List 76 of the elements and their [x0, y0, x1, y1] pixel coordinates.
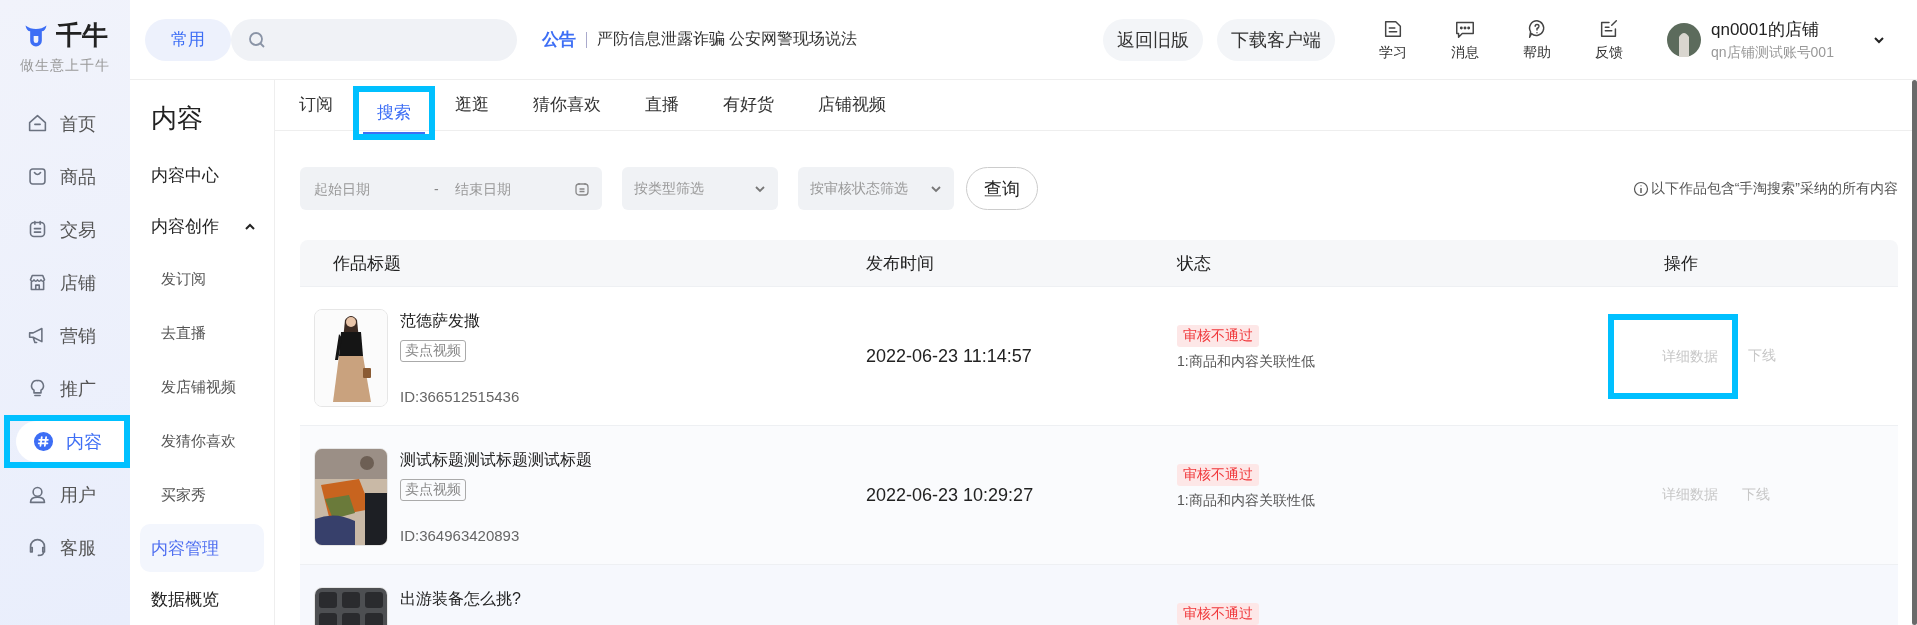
tab[interactable]: 逛逛 — [433, 80, 511, 130]
status-tag: 审核不通过 — [1177, 603, 1259, 625]
work-id: ID:364963420893 — [400, 527, 520, 544]
notice-text[interactable]: 严防信息泄露诈骗 公安网警现场说法 — [597, 29, 858, 50]
menu-item[interactable]: 内容中心 — [130, 150, 274, 202]
nav-item[interactable]: 首页 — [0, 97, 130, 150]
column-header: 操作 — [1663, 252, 1699, 275]
work-title[interactable]: 出游装备怎么挑? — [400, 589, 521, 610]
scroll-bar[interactable] — [1912, 80, 1917, 625]
query-button[interactable]: 查询 — [966, 167, 1038, 210]
info-text: 以下作品包含“手淘搜索”采纳的所有内容 — [1650, 179, 1898, 198]
menu-item[interactable]: 数据概览 — [130, 573, 274, 625]
nav-item[interactable]: 用户 — [0, 468, 130, 521]
tab[interactable]: 订阅 — [277, 80, 355, 130]
search-field[interactable] — [231, 18, 517, 61]
menu-item[interactable]: 内容管理 — [140, 524, 264, 572]
edit-note-icon — [1598, 17, 1620, 40]
logo-text: 千牛 — [56, 19, 108, 52]
type-tag: 卖点视频 — [400, 340, 466, 362]
account-subtitle: qn店铺测试账号001 — [1711, 43, 1835, 62]
calendar-icon — [574, 180, 590, 197]
type-tag: 卖点视频 — [400, 479, 466, 501]
header-button[interactable]: 下载客户端 — [1217, 18, 1335, 61]
column-header: 状态 — [1176, 252, 1212, 275]
end-date-field[interactable]: 结束日期 — [452, 179, 557, 198]
toolbar-button[interactable]: 帮助 — [1501, 17, 1573, 62]
start-date-field[interactable]: 起始日期 — [312, 179, 416, 198]
nav-item[interactable]: 店铺 — [0, 256, 130, 309]
menu-item[interactable]: 买家秀 — [130, 468, 274, 523]
nav-item[interactable]: 商品 — [0, 150, 130, 203]
menu-item[interactable]: 发猜你喜欢 — [130, 414, 274, 469]
info-icon — [1632, 180, 1649, 197]
slogan: 做生意上千牛 — [20, 57, 110, 75]
nav-item[interactable]: 交易 — [0, 203, 130, 256]
user-icon — [27, 484, 48, 505]
nav-item[interactable]: 营销 — [0, 309, 130, 362]
menu-item[interactable]: 内容创作 — [130, 201, 274, 253]
work-id: ID:366512515436 — [400, 388, 520, 405]
reject-reason: 1:商品和内容关联性低 — [1177, 492, 1315, 510]
publish-time: 2022-06-23 11:14:57 — [866, 345, 1032, 367]
toolbar-button[interactable]: 消息 — [1429, 17, 1501, 62]
bag-icon — [27, 166, 48, 187]
headset-icon — [27, 537, 48, 558]
toolbar-button[interactable]: 学习 — [1357, 17, 1429, 62]
nav-item[interactable]: 内容 — [16, 421, 124, 462]
work-title[interactable]: 测试标题测试标题测试标题 — [400, 450, 592, 471]
date-separator: - — [434, 180, 439, 197]
toolbar-button[interactable]: 反馈 — [1573, 17, 1645, 62]
hash-icon — [33, 431, 54, 452]
tab[interactable]: 直播 — [623, 80, 701, 130]
search-icon — [247, 29, 267, 50]
avatar[interactable] — [1667, 22, 1701, 57]
publish-time: 2022-06-23 10:29:27 — [866, 484, 1034, 506]
tab[interactable]: 店铺视频 — [796, 80, 908, 130]
column-header: 发布时间 — [865, 252, 935, 275]
quick-access-button[interactable]: 常用 — [145, 18, 231, 61]
menu-item[interactable]: 发店铺视频 — [130, 360, 274, 415]
nav-item[interactable]: 推广 — [0, 362, 130, 415]
home-icon — [27, 113, 48, 134]
work-title[interactable]: 范德萨发撒 — [400, 311, 480, 332]
menu-item[interactable]: 发订阅 — [130, 252, 274, 307]
status-tag: 审核不通过 — [1177, 325, 1259, 347]
tab[interactable]: 有好货 — [701, 80, 796, 130]
reject-reason: 1:商品和内容关联性低 — [1177, 353, 1315, 371]
section-title: 内容 — [150, 102, 204, 135]
shop-icon — [27, 272, 48, 293]
menu-item[interactable]: 去直播 — [130, 306, 274, 361]
receipt-icon — [27, 219, 48, 240]
tab[interactable]: 搜索 — [363, 92, 425, 134]
nav-item[interactable]: 客服 — [0, 521, 130, 574]
header-button[interactable]: 返回旧版 — [1103, 18, 1203, 61]
column-header: 作品标题 — [332, 252, 402, 275]
status-tag: 审核不通过 — [1177, 464, 1259, 486]
account-name: qn0001的店铺 — [1711, 18, 1820, 41]
notice-label: 公告 — [542, 29, 576, 51]
tab[interactable]: 猜你喜欢 — [511, 80, 623, 130]
